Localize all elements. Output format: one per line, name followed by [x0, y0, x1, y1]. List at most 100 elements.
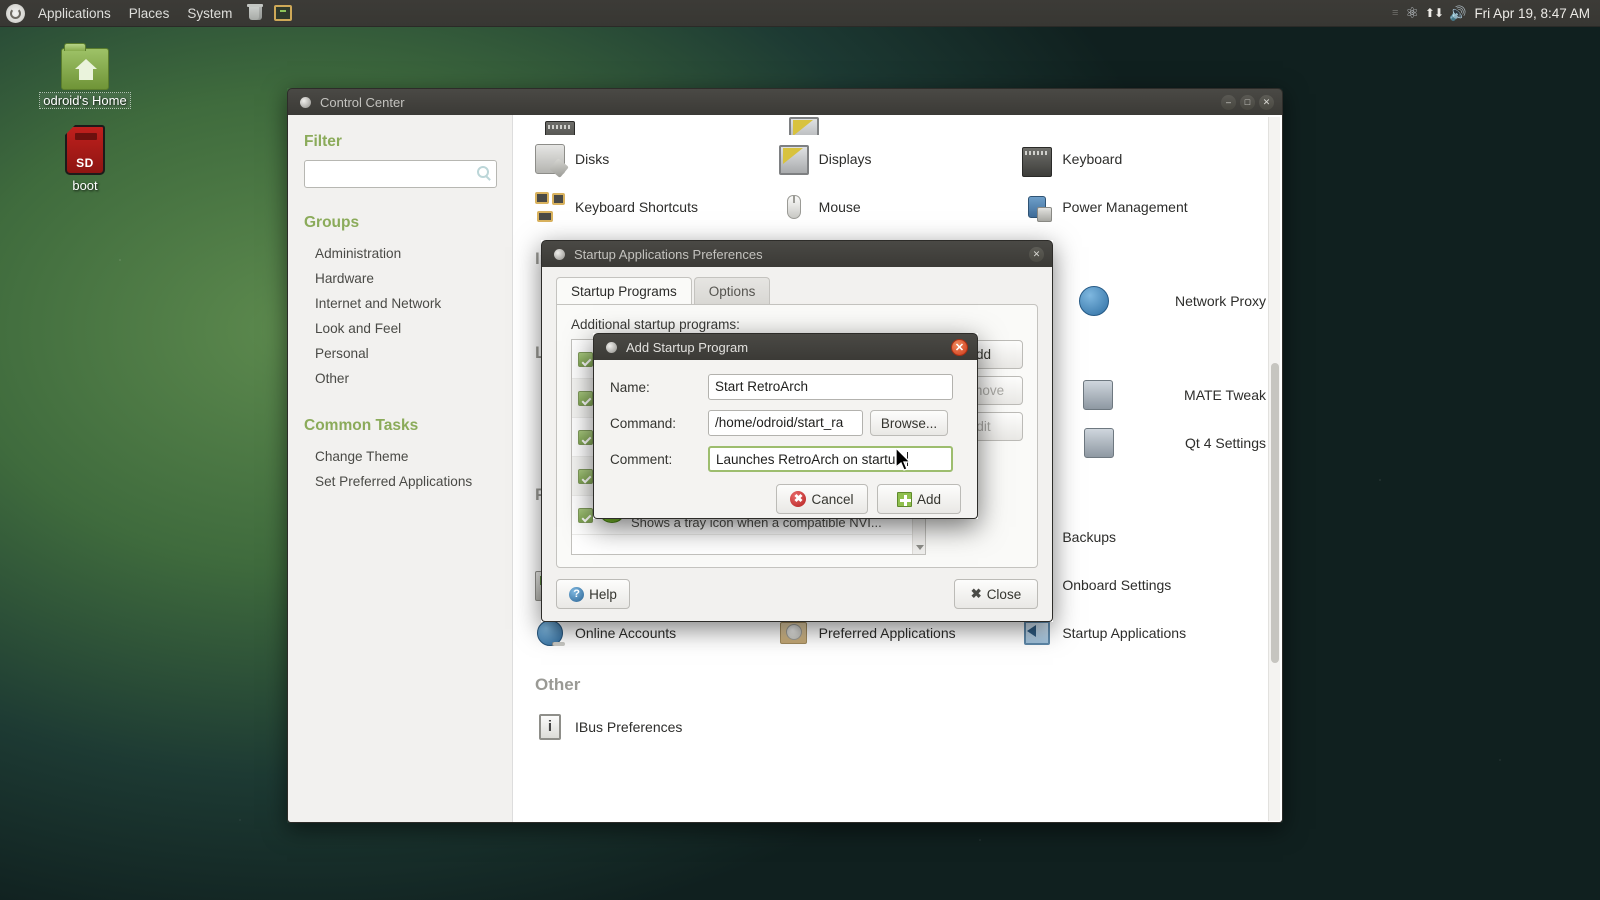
cc-item-label: Mouse — [819, 199, 861, 215]
startup-apps-title: Startup Applications Preferences — [574, 247, 763, 262]
top-panel: Applications Places System ≡ ⚛ ⬆⬇ 🔊 Fri … — [0, 0, 1600, 27]
add-label: Add — [917, 492, 941, 507]
ibus-preferences-icon: i — [535, 712, 565, 742]
cc-item-startup-applications[interactable]: Startup Applications — [1022, 609, 1266, 657]
scrollbar-thumb[interactable] — [1271, 363, 1279, 663]
cc-item-label: Backups — [1062, 529, 1116, 545]
sidebar-item-set-preferred-applications[interactable]: Set Preferred Applications — [304, 469, 496, 494]
help-button[interactable]: ? Help — [556, 579, 630, 609]
cc-item-keyboard-shortcuts[interactable]: Keyboard Shortcuts — [535, 183, 779, 231]
enable-checkbox[interactable] — [578, 430, 593, 445]
desktop-icon-label: boot — [30, 178, 140, 193]
cc-item-mate-tweak[interactable]: MATE Tweak — [1022, 371, 1266, 419]
comment-field[interactable]: Launches RetroArch on startup. — [708, 446, 953, 472]
startup-apps-titlebar[interactable]: Startup Applications Preferences ✕ — [541, 240, 1053, 267]
menu-system[interactable]: System — [178, 0, 241, 27]
plus-icon — [897, 492, 912, 507]
add-button[interactable]: Add — [877, 484, 961, 514]
network-proxy-icon — [1079, 286, 1109, 316]
network-icon[interactable]: ⬆⬇ — [1425, 6, 1443, 20]
command-label: Command: — [610, 416, 708, 431]
panel-tray: ≡ ⚛ ⬆⬇ 🔊 Fri Apr 19, 8:47 AM — [1392, 5, 1600, 22]
scroll-down-icon[interactable] — [916, 545, 924, 550]
tray-handle-icon[interactable]: ≡ — [1392, 7, 1399, 19]
desktop-icon-label: odroid's Home — [40, 93, 129, 108]
minimize-button[interactable]: – — [1221, 95, 1236, 110]
close-button[interactable]: ✕ — [1029, 247, 1044, 262]
window-menu-icon[interactable] — [554, 249, 565, 260]
name-label: Name: — [610, 380, 708, 395]
enable-checkbox[interactable] — [578, 508, 593, 523]
sidebar-item-administration[interactable]: Administration — [304, 241, 496, 266]
clock[interactable]: Fri Apr 19, 8:47 AM — [1472, 6, 1590, 21]
add-startup-titlebar[interactable]: Add Startup Program ✕ — [593, 333, 978, 360]
sidebar-item-look-and-feel[interactable]: Look and Feel — [304, 316, 496, 341]
enable-checkbox[interactable] — [578, 469, 593, 484]
window-menu-icon[interactable] — [300, 97, 311, 108]
desktop-icon-boot[interactable]: SD boot — [30, 125, 140, 193]
browse-button[interactable]: Browse... — [870, 410, 948, 436]
sidebar-item-internet-and-network[interactable]: Internet and Network — [304, 291, 496, 316]
cancel-button[interactable]: ✖ Cancel — [776, 484, 868, 514]
terminal-icon[interactable] — [272, 2, 294, 24]
tab-startup-programs[interactable]: Startup Programs — [556, 277, 692, 305]
cc-item-disks[interactable]: Disks — [535, 135, 779, 183]
window-menu-icon[interactable] — [606, 342, 617, 353]
common-tasks-heading: Common Tasks — [304, 417, 496, 435]
cc-item-backups[interactable]: Backups — [1022, 513, 1266, 561]
filter-input[interactable] — [304, 160, 497, 188]
bluetooth-icon[interactable]: ⚛ — [1405, 6, 1418, 21]
cc-item-keyboard[interactable]: Keyboard — [1022, 135, 1266, 183]
volume-icon[interactable]: 🔊 — [1449, 5, 1466, 22]
maximize-button[interactable]: □ — [1240, 95, 1255, 110]
sidebar-item-personal[interactable]: Personal — [304, 341, 496, 366]
sd-card-icon: SD — [65, 125, 105, 175]
mouse-icon — [779, 192, 809, 222]
comment-value: Launches RetroArch on startup. — [716, 452, 907, 467]
additional-startup-programs-label: Additional startup programs: — [571, 317, 1023, 332]
cc-item-label: Power Management — [1062, 199, 1187, 215]
ubuntu-logo-icon[interactable] — [6, 4, 25, 23]
displays-icon — [779, 145, 809, 175]
cc-item-label: Startup Applications — [1062, 625, 1186, 641]
cc-item-mouse[interactable]: Mouse — [779, 183, 1023, 231]
cc-item-label: Disks — [575, 151, 609, 167]
close-button[interactable]: ✕ — [1259, 95, 1274, 110]
cancel-icon: ✖ — [790, 491, 806, 507]
cc-item-label: Keyboard Shortcuts — [575, 199, 698, 215]
command-field[interactable]: /home/odroid/start_ra — [708, 410, 863, 436]
cc-item-label: Onboard Settings — [1062, 577, 1171, 593]
menu-applications[interactable]: Applications — [29, 0, 120, 27]
cc-item-label: Preferred Applications — [819, 625, 956, 641]
desktop-icon-odroids-home[interactable]: odroid's Home — [30, 48, 140, 110]
close-label: Close — [987, 587, 1022, 602]
power-management-icon — [1022, 192, 1052, 222]
tab-options[interactable]: Options — [694, 277, 771, 305]
control-center-scrollbar[interactable] — [1268, 117, 1280, 821]
name-field[interactable]: Start RetroArch — [708, 374, 953, 400]
sidebar-item-change-theme[interactable]: Change Theme — [304, 444, 496, 469]
add-startup-title: Add Startup Program — [626, 340, 748, 355]
groups-heading: Groups — [304, 214, 496, 232]
cc-item-ibus-preferences[interactable]: i IBus Preferences — [535, 703, 779, 751]
cc-item-qt4-settings[interactable]: Qt 4 Settings — [1022, 419, 1266, 467]
sidebar-item-other[interactable]: Other — [304, 366, 496, 391]
enable-checkbox[interactable] — [578, 391, 593, 406]
clipped-icon-row — [535, 115, 1266, 135]
cc-item-onboard-settings[interactable]: O B Onboard Settings — [1022, 561, 1266, 609]
enable-checkbox[interactable] — [578, 352, 593, 367]
sidebar-item-hardware[interactable]: Hardware — [304, 266, 496, 291]
control-center-titlebar[interactable]: Control Center – □ ✕ — [287, 88, 1283, 115]
hardware-icon-grid: Disks Displays Keyboard Keyboar — [535, 135, 1266, 231]
cc-item-network-proxy[interactable]: Network Proxy — [1022, 277, 1266, 325]
help-icon: ? — [569, 587, 584, 602]
displays-icon — [789, 117, 819, 135]
close-button[interactable]: ✕ — [951, 339, 968, 356]
disks-icon — [535, 144, 565, 174]
comment-label: Comment: — [610, 452, 708, 467]
trash-icon[interactable] — [244, 2, 266, 24]
close-dialog-button[interactable]: ✖ Close — [954, 579, 1038, 609]
cc-item-displays[interactable]: Displays — [779, 135, 1023, 183]
cc-item-power-management[interactable]: Power Management — [1022, 183, 1266, 231]
menu-places[interactable]: Places — [120, 0, 179, 27]
